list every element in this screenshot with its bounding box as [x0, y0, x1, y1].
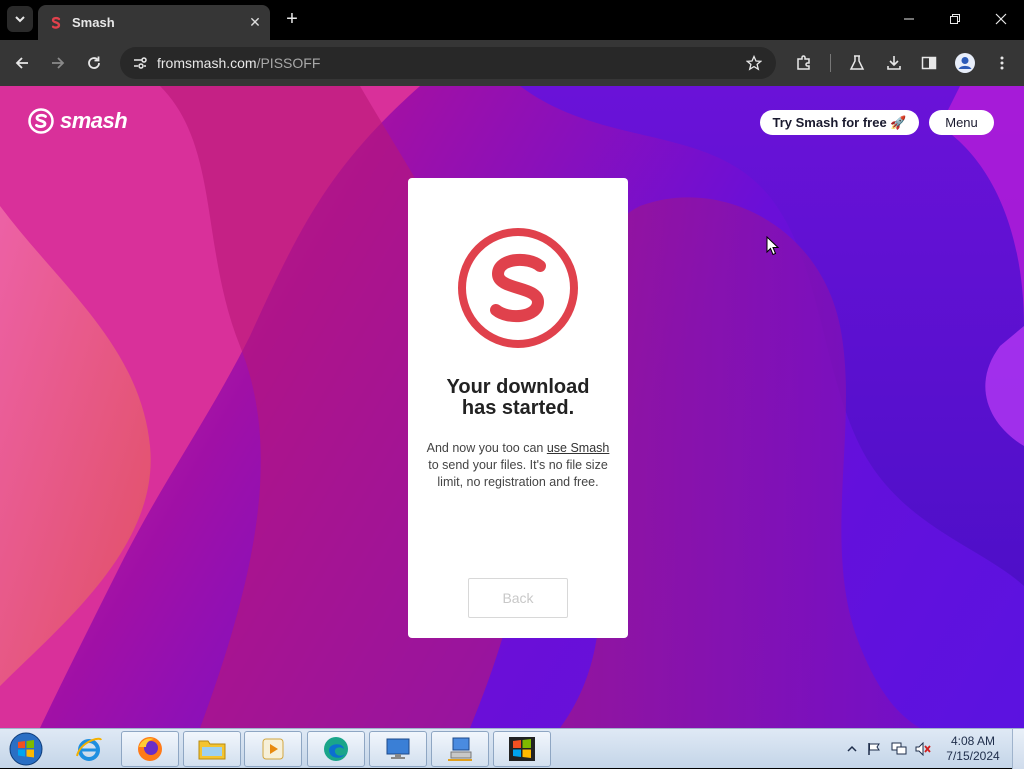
forward-nav-button[interactable] — [45, 50, 71, 76]
taskbar-file-explorer[interactable] — [183, 731, 241, 767]
heading-line-1: Your download — [446, 376, 590, 398]
taskbar-network-computer[interactable] — [431, 731, 489, 767]
flag-icon — [868, 743, 880, 755]
show-desktop-button[interactable] — [1012, 729, 1024, 769]
flask-icon — [849, 55, 865, 70]
address-bar[interactable]: fromsmash.com/PISSOFF — [120, 47, 776, 79]
puzzle-icon — [797, 55, 810, 70]
taskbar-firefox[interactable] — [121, 731, 179, 767]
smash-logo[interactable]: smash — [28, 108, 128, 134]
minimize-button[interactable] — [894, 8, 924, 32]
downloads-button[interactable] — [881, 50, 907, 76]
clock-time: 4:08 AM — [950, 734, 996, 748]
action-center-icon[interactable] — [866, 741, 882, 757]
network-tray-icon[interactable] — [891, 741, 907, 757]
reload-button[interactable] — [81, 50, 107, 76]
arrow-right-icon — [52, 57, 65, 69]
use-smash-link[interactable]: use Smash — [547, 441, 610, 455]
url-text: fromsmash.com/PISSOFF — [157, 55, 320, 71]
start-button[interactable] — [6, 731, 46, 767]
logo-text: smash — [60, 108, 128, 133]
windows-logo-icon — [509, 737, 535, 761]
folder-icon — [198, 740, 226, 760]
arrow-left-icon — [15, 57, 28, 69]
monitor-icon — [386, 738, 410, 759]
browser-tab-smash[interactable]: Smash ✕ — [38, 5, 270, 40]
close-window-button[interactable] — [986, 8, 1016, 32]
windows-taskbar: 4:08 AM 7/15/2024 — [0, 728, 1024, 769]
download-description: And now you too can use Smash to send yo… — [426, 440, 610, 491]
avatar-icon — [955, 53, 975, 73]
minimize-icon — [904, 18, 914, 20]
web-page: smash Try Smash for free 🚀 Menu Your dow… — [0, 86, 1024, 728]
volume-tray-icon[interactable] — [915, 741, 931, 757]
bookmark-button[interactable] — [742, 51, 766, 75]
firefox-icon — [138, 737, 162, 761]
system-clock[interactable]: 4:08 AM 7/15/2024 — [940, 734, 1006, 764]
side-panel-button[interactable] — [916, 50, 942, 76]
profile-button[interactable] — [952, 50, 978, 76]
chevron-up-icon — [847, 745, 857, 752]
browser-titlebar: Smash ✕ + — [0, 0, 1024, 40]
download-icon — [887, 56, 901, 70]
smash-red-logo-icon — [458, 228, 578, 348]
desc-text-before: And now you too can — [426, 441, 547, 455]
desc-text-after: to send your files. It's no file size li… — [428, 458, 608, 489]
speaker-muted-icon — [915, 742, 931, 756]
media-player-icon — [262, 738, 284, 760]
reload-icon — [88, 56, 100, 69]
labs-button[interactable] — [844, 50, 870, 76]
download-card: Your download has started. And now you t… — [408, 178, 628, 638]
side-panel-icon — [921, 56, 937, 70]
tab-search-button[interactable] — [7, 6, 33, 32]
close-icon — [995, 13, 1007, 25]
taskbar-media-player[interactable] — [244, 731, 302, 767]
extensions-button[interactable] — [791, 50, 817, 76]
internet-explorer-icon — [76, 737, 102, 761]
url-domain: fromsmash.com — [157, 55, 257, 71]
try-smash-button[interactable]: Try Smash for free 🚀 — [760, 110, 919, 135]
edge-icon — [324, 737, 348, 761]
tab-close-icon[interactable]: ✕ — [244, 14, 266, 31]
taskbar-windows-app[interactable] — [493, 731, 551, 767]
network-icon — [891, 742, 907, 755]
new-tab-button[interactable]: + — [280, 8, 304, 32]
kebab-menu-icon — [1000, 56, 1004, 70]
heading-line-2: has started. — [461, 397, 575, 419]
tray-overflow-icon[interactable] — [844, 741, 860, 757]
clock-date: 7/15/2024 — [946, 749, 1000, 763]
download-heading: Your download has started. — [418, 377, 618, 419]
mouse-cursor-icon — [766, 236, 780, 256]
back-nav-button[interactable] — [9, 50, 35, 76]
restore-button[interactable] — [940, 8, 970, 32]
tune-icon — [134, 57, 147, 69]
taskbar-edge[interactable] — [307, 731, 365, 767]
network-computer-icon — [448, 737, 472, 761]
taskbar-remote-desktop[interactable] — [369, 731, 427, 767]
browser-menu-button[interactable] — [989, 50, 1015, 76]
tab-title: Smash — [72, 15, 115, 30]
menu-button[interactable]: Menu — [929, 110, 994, 135]
toolbar-separator — [830, 54, 831, 72]
windows-start-orb-icon — [9, 732, 43, 766]
smash-logo-icon — [28, 108, 54, 134]
chevron-down-icon — [15, 16, 25, 23]
browser-toolbar: fromsmash.com/PISSOFF — [0, 40, 1024, 86]
taskbar-internet-explorer[interactable] — [60, 731, 118, 767]
restore-icon — [950, 14, 960, 24]
back-button[interactable]: Back — [468, 578, 568, 618]
smash-favicon-icon — [51, 16, 61, 29]
site-info-button[interactable] — [128, 51, 152, 75]
url-path: /PISSOFF — [256, 55, 321, 71]
star-icon — [746, 55, 762, 71]
